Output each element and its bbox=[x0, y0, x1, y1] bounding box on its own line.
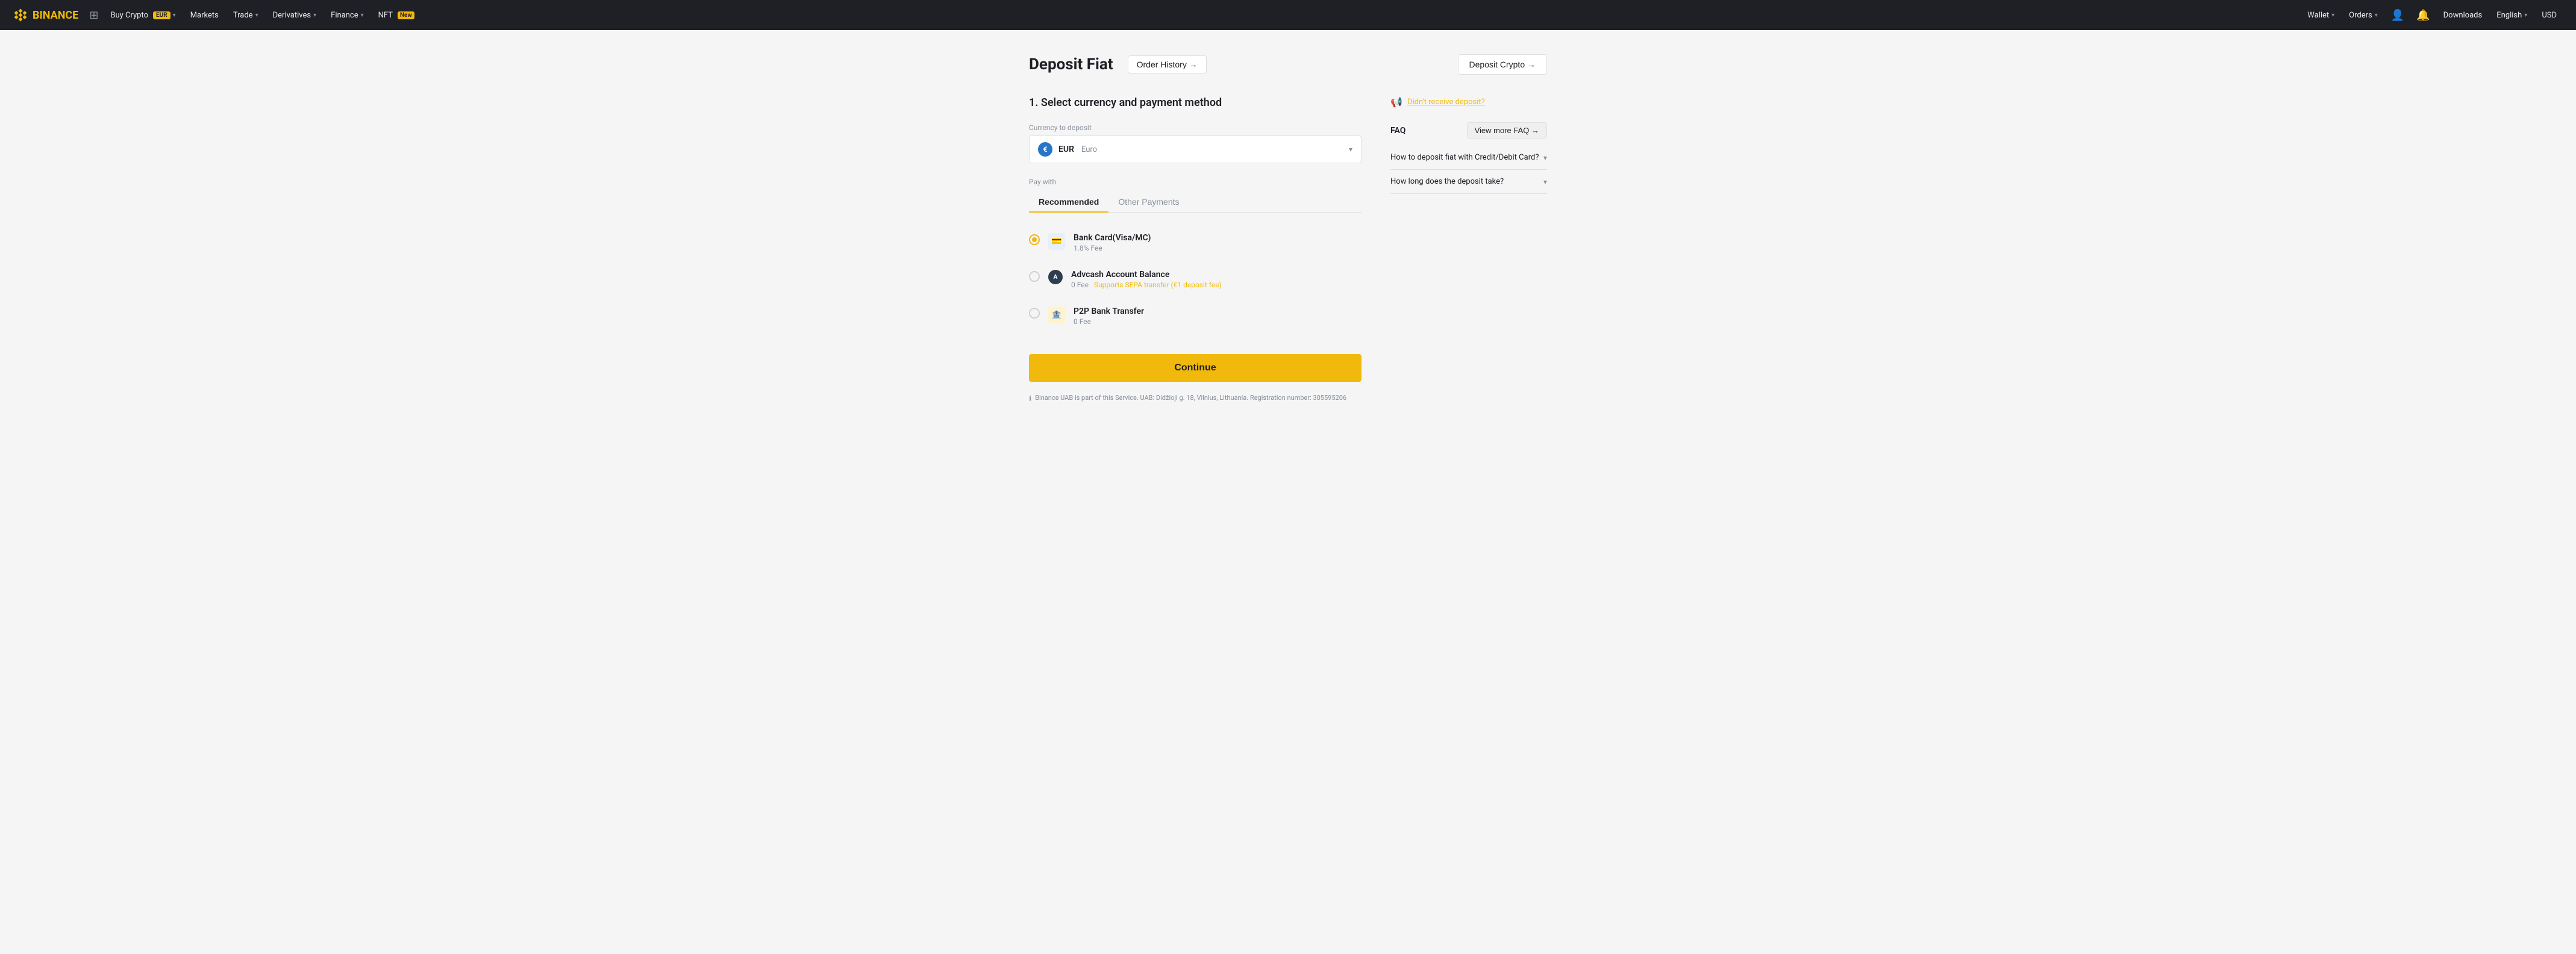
alert-icon: 📢 bbox=[1390, 96, 1402, 108]
advcash-fee: 0 Fee Supports SEPA transfer (€1 deposit… bbox=[1071, 281, 1222, 289]
left-panel: 1. Select currency and payment method Cu… bbox=[1029, 96, 1361, 402]
faq-chevron-2-icon: ▾ bbox=[1543, 178, 1547, 186]
info-icon: ℹ bbox=[1029, 394, 1031, 402]
currency-label: Currency to deposit bbox=[1029, 123, 1361, 132]
radio-advcash bbox=[1029, 271, 1040, 282]
nft-badge: New bbox=[398, 11, 414, 19]
payment-option-bank-card[interactable]: 💳 Bank Card(Visa/MC) 1.8% Fee bbox=[1029, 225, 1361, 261]
bell-icon[interactable]: 🔔 bbox=[2410, 9, 2436, 22]
nav-buy-crypto[interactable]: Buy Crypto EUR ▾ bbox=[103, 0, 183, 30]
language-chevron: ▾ bbox=[2524, 12, 2527, 19]
radio-inner-icon bbox=[1032, 237, 1037, 242]
nav-finance[interactable]: Finance ▾ bbox=[324, 0, 371, 30]
nav-currency[interactable]: USD bbox=[2534, 0, 2564, 30]
alert-text: Didn't receive deposit? bbox=[1407, 98, 1485, 107]
buy-crypto-chevron: ▾ bbox=[173, 12, 176, 19]
faq-label: FAQ bbox=[1390, 126, 1405, 136]
faq-chevron-1-icon: ▾ bbox=[1543, 154, 1547, 162]
faq-row: FAQ View more FAQ → bbox=[1390, 122, 1547, 139]
faq-item-2[interactable]: How long does the deposit take? ▾ bbox=[1390, 170, 1547, 194]
logo[interactable]: BINANCE bbox=[12, 7, 78, 23]
bank-card-icon: 💳 bbox=[1048, 233, 1065, 250]
payment-options-list: 💳 Bank Card(Visa/MC) 1.8% Fee A Advcash … bbox=[1029, 225, 1361, 335]
advcash-icon: A bbox=[1048, 270, 1063, 284]
tab-recommended[interactable]: Recommended bbox=[1029, 192, 1108, 213]
payment-option-p2p[interactable]: 🏦 P2P Bank Transfer 0 Fee bbox=[1029, 298, 1361, 335]
eur-badge: EUR bbox=[153, 11, 170, 19]
faq-item-1[interactable]: How to deposit fiat with Credit/Debit Ca… bbox=[1390, 146, 1547, 170]
bank-card-info: Bank Card(Visa/MC) 1.8% Fee bbox=[1074, 233, 1151, 252]
p2p-info: P2P Bank Transfer 0 Fee bbox=[1074, 307, 1144, 326]
currency-code: EUR bbox=[1058, 145, 1074, 154]
orders-chevron: ▾ bbox=[2375, 12, 2378, 19]
derivatives-chevron: ▾ bbox=[313, 12, 316, 19]
nav-markets[interactable]: Markets bbox=[183, 0, 226, 30]
view-more-faq-button[interactable]: View more FAQ → bbox=[1467, 122, 1547, 139]
advcash-info: Advcash Account Balance 0 Fee Supports S… bbox=[1071, 270, 1222, 289]
radio-bank-card bbox=[1029, 234, 1040, 245]
currency-select[interactable]: € EUR Euro ▾ bbox=[1029, 136, 1361, 163]
radio-p2p bbox=[1029, 308, 1040, 319]
advcash-name: Advcash Account Balance bbox=[1071, 270, 1222, 279]
page-header: Deposit Fiat Order History → Deposit Cry… bbox=[1029, 54, 1547, 75]
bank-card-fee: 1.8% Fee bbox=[1074, 244, 1151, 252]
tabs: Recommended Other Payments bbox=[1029, 192, 1361, 213]
right-panel: 📢 Didn't receive deposit? FAQ View more … bbox=[1390, 96, 1547, 194]
bank-card-name: Bank Card(Visa/MC) bbox=[1074, 233, 1151, 243]
footer-note: ℹ Binance UAB is part of this Service. U… bbox=[1029, 394, 1361, 402]
p2p-fee: 0 Fee bbox=[1074, 317, 1144, 326]
currency-chevron-icon: ▾ bbox=[1349, 145, 1352, 154]
profile-icon[interactable]: 👤 bbox=[2385, 9, 2410, 22]
logo-text: BINANCE bbox=[33, 9, 78, 22]
finance-chevron: ▾ bbox=[361, 12, 364, 19]
nav-right: Wallet ▾ Orders ▾ 👤 🔔 Downloads English … bbox=[2300, 0, 2564, 30]
main-layout: 1. Select currency and payment method Cu… bbox=[1029, 96, 1547, 402]
navbar: BINANCE ⊞ Buy Crypto EUR ▾ Markets Trade… bbox=[0, 0, 2576, 30]
currency-name: Euro bbox=[1081, 145, 1097, 154]
section-title: 1. Select currency and payment method bbox=[1029, 96, 1361, 109]
nav-language[interactable]: English ▾ bbox=[2489, 0, 2534, 30]
page-title: Deposit Fiat bbox=[1029, 55, 1113, 73]
p2p-name: P2P Bank Transfer bbox=[1074, 307, 1144, 316]
deposit-crypto-button[interactable]: Deposit Crypto → bbox=[1458, 54, 1547, 75]
nav-orders[interactable]: Orders ▾ bbox=[2342, 0, 2385, 30]
p2p-icon: 🏦 bbox=[1048, 307, 1065, 323]
faq-question-1: How to deposit fiat with Credit/Debit Ca… bbox=[1390, 153, 1539, 162]
payment-option-advcash[interactable]: A Advcash Account Balance 0 Fee Supports… bbox=[1029, 261, 1361, 298]
nav-downloads[interactable]: Downloads bbox=[2436, 0, 2490, 30]
nav-nft[interactable]: NFT New bbox=[371, 0, 422, 30]
continue-button[interactable]: Continue bbox=[1029, 354, 1361, 382]
pay-with-label: Pay with bbox=[1029, 178, 1361, 186]
page-wrapper: Deposit Fiat Order History → Deposit Cry… bbox=[1017, 30, 1559, 438]
sepa-tag: Supports SEPA transfer (€1 deposit fee) bbox=[1094, 281, 1222, 289]
wallet-chevron: ▾ bbox=[2331, 12, 2334, 19]
nav-derivatives[interactable]: Derivatives ▾ bbox=[266, 0, 324, 30]
currency-circle-icon: € bbox=[1038, 142, 1052, 157]
trade-chevron: ▾ bbox=[255, 12, 258, 19]
order-history-button[interactable]: Order History → bbox=[1128, 55, 1207, 73]
footer-text: Binance UAB is part of this Service. UAB… bbox=[1035, 394, 1346, 402]
alert-link[interactable]: 📢 Didn't receive deposit? bbox=[1390, 96, 1547, 108]
nav-wallet[interactable]: Wallet ▾ bbox=[2300, 0, 2342, 30]
tab-other-payments[interactable]: Other Payments bbox=[1108, 192, 1189, 213]
nav-trade[interactable]: Trade ▾ bbox=[226, 0, 266, 30]
faq-question-2: How long does the deposit take? bbox=[1390, 177, 1504, 186]
grid-icon[interactable]: ⊞ bbox=[84, 9, 103, 22]
